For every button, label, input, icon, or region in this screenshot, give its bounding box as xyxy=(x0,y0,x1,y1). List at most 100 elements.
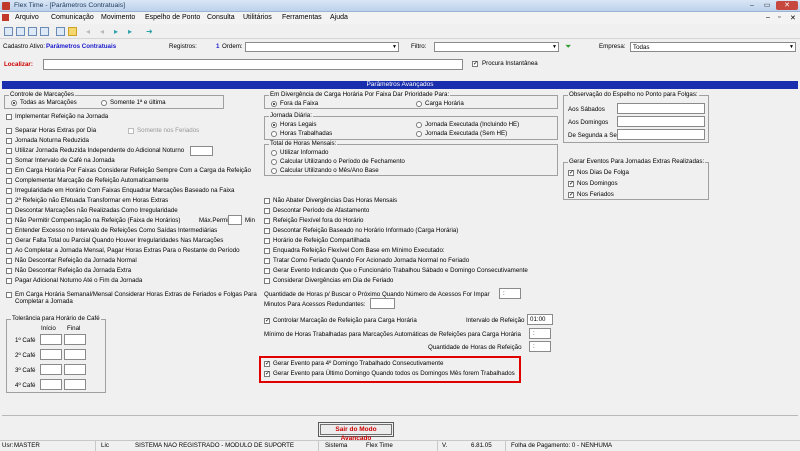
maximize-icon[interactable]: ▭ xyxy=(760,1,774,10)
intervalo-refeicao-input[interactable]: 01:00 xyxy=(527,314,553,325)
exit-advanced-button[interactable]: Sair do Modo Avançado xyxy=(320,424,392,442)
close-icon[interactable]: ✕ xyxy=(776,1,798,10)
filtro-select[interactable]: ▼ xyxy=(434,42,559,52)
sistema-value: Flex Time xyxy=(366,442,393,449)
lic-value: SISTEMA NAO REGISTRADO - MODULO DE SUPOR… xyxy=(135,442,295,449)
minutos-redundantes-input[interactable] xyxy=(370,298,395,309)
group-title: Em Divergência de Carga Horária Por Faix… xyxy=(269,91,451,98)
inicio-header: Início xyxy=(41,325,56,332)
exit-arrow-icon[interactable]: ➜ xyxy=(146,27,155,36)
edit-icon[interactable] xyxy=(28,27,37,36)
cafe-2-inicio-input[interactable] xyxy=(40,349,62,360)
menu-ferramentas[interactable]: Ferramentas xyxy=(282,14,322,21)
procura-label: Procura Instantânea xyxy=(482,60,538,67)
window-title: Flex Time - [Parâmetros Contratuais] xyxy=(14,2,126,9)
max-permitido-input[interactable] xyxy=(228,215,242,225)
group-title: Gerar Eventos Para Jornadas Extras Reali… xyxy=(568,158,706,165)
version-value: 6.81.05 xyxy=(471,442,492,449)
total-horas-group: Total de Horas Mensais: Utilizar Informa… xyxy=(264,140,558,176)
menu-espelho-ponto[interactable]: Espelho de Ponto xyxy=(145,14,200,21)
minimo-horas-input[interactable]: : xyxy=(529,328,551,339)
minutos-redundantes-label: Minutos Para Acessos Redundantes: xyxy=(264,301,366,308)
cafe-4-label: 4º Café xyxy=(15,382,36,389)
cafe-1-final-input[interactable] xyxy=(64,334,86,345)
observacao-group: Observação do Espelho no Ponto para Folg… xyxy=(563,91,709,143)
cafe-2-label: 2º Café xyxy=(15,352,36,359)
sabados-input[interactable] xyxy=(617,103,705,114)
app-menu-icon[interactable] xyxy=(2,14,9,21)
cafe-1-inicio-input[interactable] xyxy=(40,334,62,345)
mdi-close-icon[interactable]: ✕ xyxy=(790,14,796,22)
cafe-3-inicio-input[interactable] xyxy=(40,364,62,375)
divider xyxy=(2,415,798,416)
menu-ajuda[interactable]: Ajuda xyxy=(330,14,348,21)
title-bar: Flex Time - [Parâmetros Contratuais] – ▭… xyxy=(0,0,800,12)
next-record-icon[interactable]: ▸ xyxy=(114,27,123,36)
mdi-restore-icon[interactable]: ▫ xyxy=(778,14,780,21)
sistema-label: Sistema xyxy=(325,442,348,449)
localizar-label: Localizar: xyxy=(4,61,33,68)
usr-label: Usr: xyxy=(2,442,14,449)
group-title: Controle de Marcações xyxy=(9,91,75,98)
empresa-select[interactable]: Todas ▼ xyxy=(630,42,796,52)
mdi-minimize-icon[interactable]: – xyxy=(766,14,770,21)
cafe-3-final-input[interactable] xyxy=(64,364,86,375)
cafe-4-final-input[interactable] xyxy=(64,379,86,390)
intervalo-refeicao-label: Intervalo de Refeição xyxy=(466,317,525,324)
domingos-input[interactable] xyxy=(617,116,705,127)
menu-comunicacao[interactable]: Comunicação xyxy=(51,14,94,21)
qtd-horas-refeicao-input[interactable]: : xyxy=(529,341,551,352)
segunda-sexta-input[interactable] xyxy=(617,129,705,140)
quantidade-busca-label: Quantidade de Horas p/ Buscar o Próximo … xyxy=(264,291,490,298)
group-title: Total de Horas Mensais: xyxy=(269,140,338,147)
qtd-horas-refeicao-label: Quantidade de Horas de Refeição xyxy=(428,344,522,351)
version-label: V. xyxy=(442,442,448,449)
ordem-label: Ordem: xyxy=(222,43,243,50)
last-record-icon[interactable]: ▸ xyxy=(128,27,137,36)
filter-funnel-icon[interactable]: ⏷ xyxy=(565,42,571,52)
minimize-icon[interactable]: – xyxy=(745,1,759,10)
group-title: Observação do Espelho no Ponto para Folg… xyxy=(568,91,699,98)
ordem-select[interactable]: ▼ xyxy=(245,42,399,52)
search-row: Localizar: ✓ Procura Instantânea xyxy=(0,57,800,79)
app-icon xyxy=(2,2,10,10)
divergencia-group: Em Divergência de Carga Horária Por Faix… xyxy=(264,91,558,109)
tolerancia-cafe-group: Tolerância para Horário de Café Início F… xyxy=(6,315,106,393)
first-record-icon[interactable]: ◂ xyxy=(86,27,95,36)
min-unit-label: Min xyxy=(245,217,255,224)
menu-consulta[interactable]: Consulta xyxy=(207,14,235,21)
folder-icon[interactable] xyxy=(68,27,77,36)
procura-checkbox[interactable]: ✓ xyxy=(472,61,478,67)
radio-button[interactable] xyxy=(101,100,107,106)
delete-icon[interactable] xyxy=(40,27,49,36)
registros-label: Registros: xyxy=(169,43,197,50)
prev-record-icon[interactable]: ◂ xyxy=(100,27,109,36)
quantidade-busca-input[interactable]: : xyxy=(499,288,521,299)
empresa-label: Empresa: xyxy=(599,43,626,50)
cadastro-label: Cadastro Ativo: xyxy=(3,43,45,50)
minimo-horas-label: Mínimo de Horas Trabalhadas para Marcaçõ… xyxy=(264,331,521,338)
status-bar: Usr: MASTER Lic SISTEMA NAO REGISTRADO -… xyxy=(0,440,800,451)
folha-pagamento: Folha de Pagamento: 0 - NENHUMA xyxy=(511,442,613,449)
search-input[interactable] xyxy=(43,59,463,70)
group-title: Tolerância para Horário de Café xyxy=(11,315,101,322)
menu-arquivo[interactable]: Arquivo xyxy=(15,14,39,21)
registros-value: 1 xyxy=(216,43,220,50)
radio-button[interactable] xyxy=(11,100,17,106)
domingos-label: Aos Domingos xyxy=(568,119,609,126)
adicional-noturno-input[interactable] xyxy=(190,146,213,156)
menu-movimento[interactable]: Movimento xyxy=(101,14,135,21)
usr-value: MASTER xyxy=(14,442,40,449)
controle-marcacoes-group: Controle de Marcações Todas as Marcações… xyxy=(4,91,224,109)
empresa-value: Todas xyxy=(633,44,650,51)
cafe-4-inicio-input[interactable] xyxy=(40,379,62,390)
save-icon[interactable] xyxy=(16,27,25,36)
group-title: Jornada Diária: xyxy=(269,112,313,119)
jornada-diaria-group: Jornada Diária: Horas Legais Horas Traba… xyxy=(264,112,558,140)
cafe-2-final-input[interactable] xyxy=(64,349,86,360)
gerar-eventos-group: Gerar Eventos Para Jornadas Extras Reali… xyxy=(563,158,709,200)
filter-bar: Cadastro Ativo: Parâmetros Contratuais R… xyxy=(0,40,800,57)
new-icon[interactable] xyxy=(4,27,13,36)
print-icon[interactable] xyxy=(56,27,65,36)
menu-utilitarios[interactable]: Utilitários xyxy=(243,14,272,21)
